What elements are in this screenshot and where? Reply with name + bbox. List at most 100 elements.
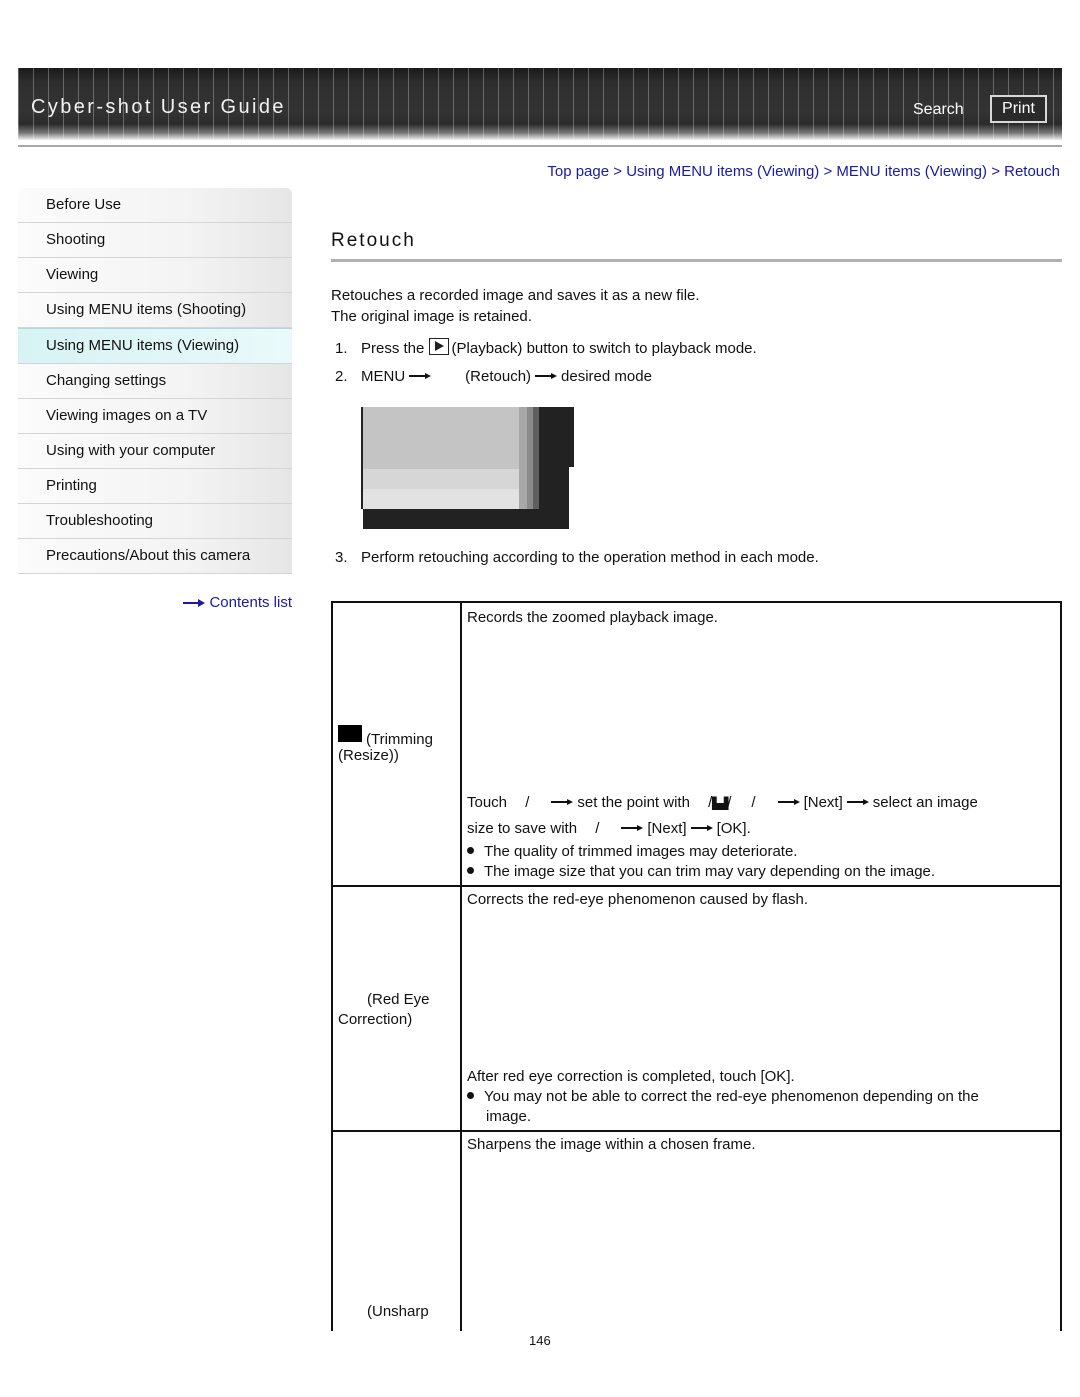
- contents-list-link[interactable]: Contents list: [183, 594, 292, 611]
- image-panel-mid: [363, 469, 521, 489]
- sidebar-item-troubleshooting[interactable]: Troubleshooting: [18, 504, 292, 539]
- instr-slash: /: [751, 794, 756, 811]
- note-bullet: The quality of trimmed images may deteri…: [467, 843, 797, 860]
- sidebar-nav: Before Use Shooting Viewing Using MENU i…: [18, 188, 292, 574]
- print-button[interactable]: Print: [990, 95, 1047, 123]
- page-number: 146: [529, 1333, 551, 1348]
- contents-list-label: Contents list: [209, 594, 292, 611]
- arrow-right-icon: [777, 798, 800, 806]
- trimming-instr-line-2: size to save with / [Next] [OK].: [467, 820, 751, 837]
- step-2-mode: desired mode: [561, 368, 652, 385]
- note-continuation: image.: [486, 1108, 532, 1125]
- arrow-right-icon: [535, 372, 558, 380]
- image-panel-top: [363, 407, 521, 469]
- breadcrumb-separator: >: [991, 163, 1000, 180]
- sidebar-item-precautions[interactable]: Precautions/About this camera: [18, 539, 292, 574]
- breadcrumb-top-page[interactable]: Top page: [547, 163, 609, 180]
- red-eye-instr: After red eye correction is completed, t…: [467, 1068, 795, 1085]
- step-2: 2. MENU (Retouch) desired mode: [335, 368, 652, 385]
- breadcrumb: Top page > Using MENU items (Viewing) > …: [547, 163, 1060, 180]
- retouch-screen-image: [361, 407, 574, 529]
- breadcrumb-separator: >: [613, 163, 623, 180]
- breadcrumb-retouch[interactable]: Retouch: [1004, 163, 1060, 180]
- intro-line-2: The original image is retained.: [331, 308, 532, 325]
- note-bullet: You may not be able to correct the red-e…: [467, 1088, 979, 1105]
- arrow-right-icon: [409, 372, 432, 380]
- sidebar-item-printing[interactable]: Printing: [18, 469, 292, 504]
- sidebar-item-shooting[interactable]: Shooting: [18, 223, 292, 258]
- ok-label: [OK].: [716, 820, 751, 837]
- instr-text: Touch: [467, 794, 508, 811]
- image-strip: [533, 407, 539, 509]
- table-row-red-eye: (Red Eye Correction) Corrects the red-ey…: [331, 885, 1062, 1132]
- instr-slash: /: [595, 820, 600, 837]
- sidebar-item-changing-settings[interactable]: Changing settings: [18, 364, 292, 399]
- sidebar-item-menu-viewing[interactable]: Using MENU items (Viewing): [18, 328, 292, 364]
- breadcrumb-menu-items-viewing[interactable]: MENU items (Viewing): [836, 163, 987, 180]
- playback-icon: [428, 338, 449, 355]
- mode-desc-cell: Records the zoomed playback image. Touch…: [460, 601, 1062, 887]
- image-strip: [527, 407, 533, 509]
- sidebar-item-menu-shooting[interactable]: Using MENU items (Shooting): [18, 293, 292, 328]
- arrow-right-icon: [621, 824, 644, 832]
- step-1-post: (Playback) button to switch to playback …: [451, 340, 757, 357]
- red-eye-desc: Corrects the red-eye phenomenon caused b…: [467, 891, 809, 908]
- trimming-label-2: (Resize)): [338, 747, 399, 764]
- unsharp-label: (Unsharp: [367, 1303, 429, 1320]
- sidebar-item-before-use[interactable]: Before Use: [18, 188, 292, 223]
- step-number: 1.: [335, 340, 348, 357]
- instr-slash: /: [727, 794, 732, 811]
- image-strip: [519, 407, 527, 509]
- mode-name-line-1: (Trimming: [338, 725, 433, 748]
- mode-desc-cell: Sharpens the image within a chosen frame…: [460, 1130, 1062, 1331]
- trimming-label: (Trimming: [366, 731, 433, 748]
- image-panel-bottom: [363, 489, 521, 509]
- instr-text: set the point with: [577, 794, 690, 811]
- step-1: 1. Press the (Playback) button to switch …: [335, 338, 757, 357]
- step-3-text: Perform retouching according to the oper…: [361, 549, 819, 566]
- intro-line-1: Retouches a recorded image and saves it …: [331, 287, 700, 304]
- instr-text: size to save with: [467, 820, 578, 837]
- trimming-icon: [338, 725, 362, 742]
- step-number: 2.: [335, 368, 348, 385]
- table-row-unsharp: (Unsharp Sharpens the image within a cho…: [331, 1130, 1062, 1331]
- guide-title: Cyber-shot User Guide: [31, 96, 286, 118]
- page-title: Retouch: [331, 230, 416, 251]
- title-divider: [331, 259, 1062, 262]
- instr-slash: /: [525, 794, 530, 811]
- image-edge: [569, 467, 574, 529]
- mode-name-cell: (Trimming (Resize)): [331, 601, 462, 887]
- red-eye-label: (Red Eye: [367, 991, 430, 1008]
- mode-desc-cell: Corrects the red-eye phenomenon caused b…: [460, 885, 1062, 1132]
- step-2-retouch: (Retouch): [465, 368, 532, 385]
- arrow-right-icon: [690, 824, 713, 832]
- arrow-right-icon: [846, 798, 869, 806]
- table-row-trimming: (Trimming (Resize)) Records the zoomed p…: [331, 601, 1062, 887]
- next-label: [Next]: [647, 820, 687, 837]
- search-link[interactable]: Search: [913, 101, 964, 119]
- header-divider: [18, 145, 1062, 147]
- resize-icon: ▙▟: [712, 798, 728, 810]
- breadcrumb-using-menu-viewing[interactable]: Using MENU items (Viewing): [626, 163, 819, 180]
- sidebar-item-viewing[interactable]: Viewing: [18, 258, 292, 293]
- retouch-modes-table: (Trimming (Resize)) Records the zoomed p…: [331, 601, 1062, 1331]
- step-3: 3. Perform retouching according to the op…: [335, 549, 819, 566]
- mode-name-cell: (Unsharp: [331, 1130, 462, 1331]
- image-edge: [361, 407, 363, 509]
- note-bullet: The image size that you can trim may var…: [467, 863, 935, 880]
- unsharp-desc: Sharpens the image within a chosen frame…: [467, 1136, 756, 1153]
- breadcrumb-separator: >: [823, 163, 833, 180]
- step-1-pre: Press the: [361, 340, 425, 357]
- trimming-desc: Records the zoomed playback image.: [467, 609, 718, 626]
- trimming-instr-line-1: Touch / set the point with /▙▟// [Next] sel…: [467, 794, 978, 811]
- sidebar-item-computer[interactable]: Using with your computer: [18, 434, 292, 469]
- step-number: 3.: [335, 549, 348, 566]
- arrow-right-icon: [551, 798, 574, 806]
- arrow-right-icon: [183, 598, 206, 607]
- sidebar-item-viewing-tv[interactable]: Viewing images on a TV: [18, 399, 292, 434]
- step-2-menu: MENU: [361, 368, 406, 385]
- instr-text: select an image: [872, 794, 978, 811]
- red-eye-label-2: Correction): [338, 1011, 413, 1028]
- next-label: [Next]: [803, 794, 843, 811]
- mode-name-cell: (Red Eye Correction): [331, 885, 462, 1132]
